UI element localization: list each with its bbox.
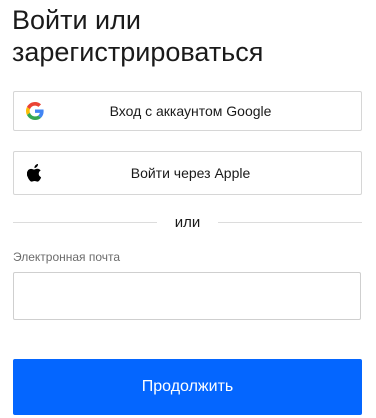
or-divider: или xyxy=(13,212,363,232)
google-icon xyxy=(26,102,44,120)
continue-button[interactable]: Продолжить xyxy=(13,359,362,415)
apple-signin-label: Войти через Apple xyxy=(130,165,251,181)
google-signin-button[interactable]: Вход с аккаунтом Google xyxy=(13,91,362,131)
google-signin-label: Вход с аккаунтом Google xyxy=(109,103,272,119)
divider-text: или xyxy=(174,213,201,231)
page-title: Войти или зарегистрироваться xyxy=(12,5,264,67)
apple-icon xyxy=(26,164,44,182)
apple-signin-button[interactable]: Войти через Apple xyxy=(13,151,362,195)
divider-line-right xyxy=(218,221,363,223)
divider-line-left xyxy=(13,221,157,223)
email-label: Электронная почта xyxy=(13,250,121,264)
signin-page: Войти или зарегистрироваться Вход с акка… xyxy=(0,0,376,418)
email-input[interactable] xyxy=(13,272,361,320)
